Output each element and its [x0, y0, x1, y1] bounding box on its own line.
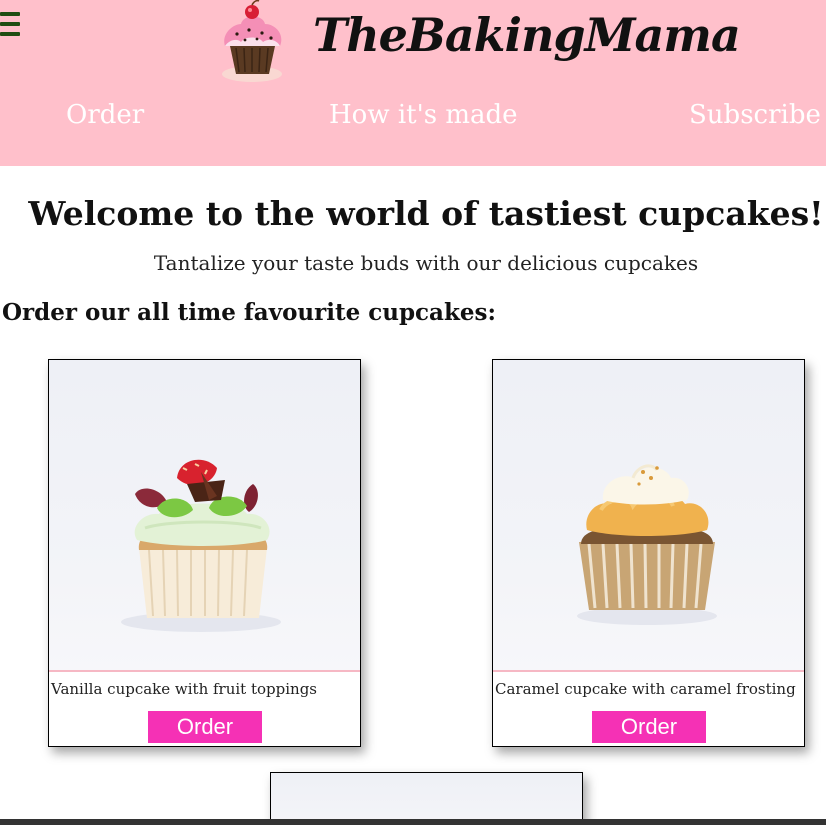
main-nav: Order How it's made Subscribe — [0, 100, 826, 140]
order-button[interactable]: Order — [592, 711, 706, 743]
product-caption: Caramel cupcake with caramel frosting — [495, 680, 796, 698]
welcome-heading: Welcome to the world of tastiest cupcake… — [28, 194, 824, 233]
brand-name: TheBakingMama — [313, 8, 741, 62]
section-title: Order our all time favourite cupcakes: — [2, 299, 496, 326]
nav-subscribe-link[interactable]: Subscribe — [689, 100, 821, 130]
tagline: Tantalize your taste buds with our delic… — [153, 251, 699, 275]
nav-order-link[interactable]: Order — [66, 100, 144, 130]
cupcake-logo-icon — [222, 0, 282, 82]
bottom-edge — [0, 819, 826, 825]
order-button[interactable]: Order — [148, 711, 262, 743]
nav-how-its-made-link[interactable]: How it's made — [329, 100, 518, 130]
cupcake-image — [271, 773, 582, 825]
product-card-vanilla: Vanilla cupcake with fruit toppings Orde… — [48, 359, 361, 747]
product-card-third — [270, 772, 583, 825]
product-card-caramel: Caramel cupcake with caramel frosting Or… — [492, 359, 805, 747]
vanilla-cupcake-image — [49, 360, 360, 672]
caramel-cupcake-image — [493, 360, 804, 672]
site-header: TheBakingMama Order How it's made Subscr… — [0, 0, 826, 166]
brand-logo[interactable]: TheBakingMama — [215, 0, 741, 90]
product-caption: Vanilla cupcake with fruit toppings — [51, 680, 317, 698]
hamburger-menu-icon[interactable] — [0, 12, 20, 38]
